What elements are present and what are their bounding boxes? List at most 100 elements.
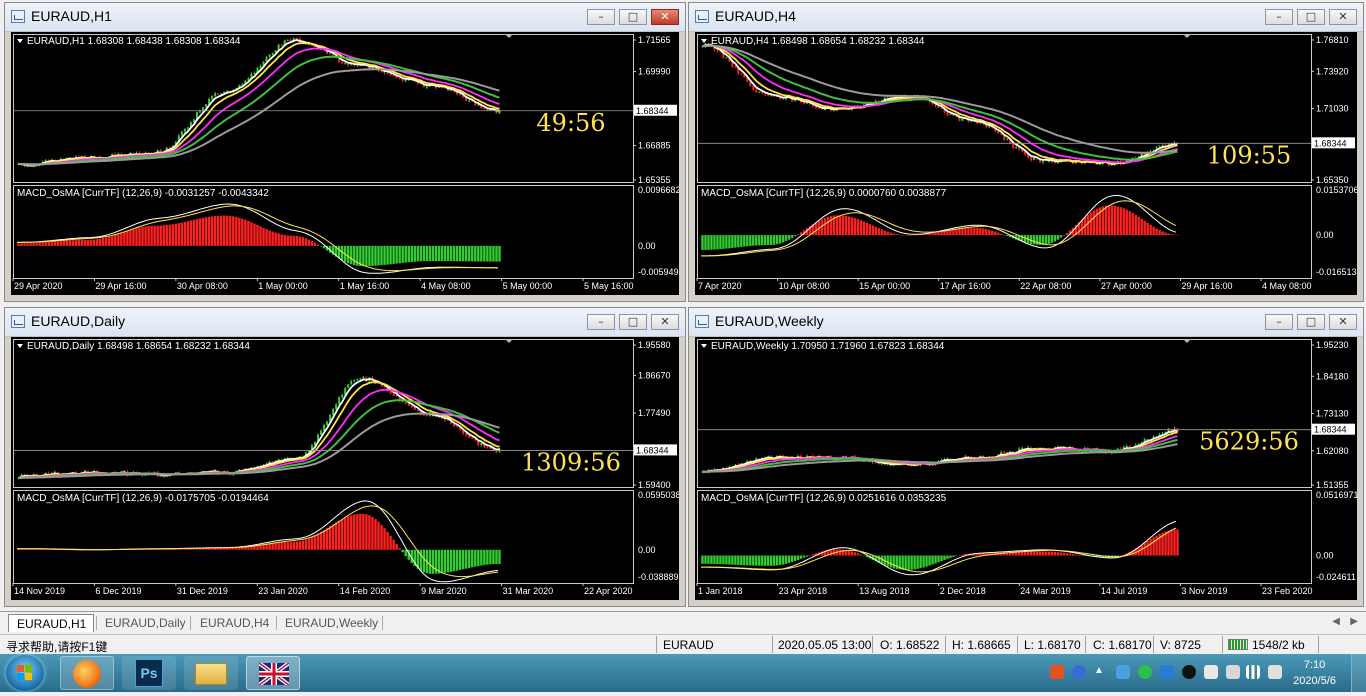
wechat-icon[interactable] [1138, 665, 1152, 679]
chart-area[interactable]: EURAUD,Daily 1.68498 1.68654 1.68232 1.6… [11, 337, 679, 600]
macd-axis-label: -0.024611 [1316, 572, 1356, 582]
macd-histogram-bar [829, 216, 833, 236]
macd-histogram-bar [495, 245, 498, 262]
help-icon[interactable] [1072, 665, 1086, 679]
signal-icon[interactable] [1246, 665, 1260, 679]
sogou-input-icon[interactable] [1050, 665, 1064, 679]
minimize-button[interactable]: – [587, 314, 615, 330]
macd-histogram-bar [183, 221, 187, 246]
status-separator [1017, 636, 1018, 653]
candle-body [320, 430, 323, 435]
macd-histogram-bar [440, 549, 444, 574]
status-separator [1222, 636, 1223, 653]
taskbar-app-file-explorer[interactable] [184, 656, 238, 690]
macd-histogram-bar [238, 217, 241, 246]
macd-histogram-bar [1035, 551, 1039, 556]
window-titlebar[interactable]: EURAUD,Daily – □ ✕ [5, 308, 685, 337]
date-axis-label: 9 Mar 2020 [421, 586, 467, 596]
macd-histogram-bar [781, 555, 785, 565]
macd-histogram-bar [328, 526, 332, 550]
security-shield-icon[interactable] [1160, 665, 1174, 679]
candle-body [425, 86, 428, 88]
close-button[interactable]: ✕ [651, 9, 679, 25]
chart-window-h4[interactable]: EURAUD,H4 – □ ✕ EURAUD,H4 1.68498 1.6865… [688, 2, 1364, 302]
macd-histogram-bar [752, 235, 755, 246]
taskbar-app-firefox[interactable] [60, 656, 114, 690]
minimize-button[interactable]: – [1265, 9, 1293, 25]
speaker-icon[interactable] [1204, 665, 1218, 679]
window-titlebar[interactable]: EURAUD,H1 – □ ✕ [5, 3, 685, 32]
candle-body [404, 79, 407, 81]
tab-euraud-h1[interactable]: EURAUD,H1 [8, 614, 94, 632]
minimize-button[interactable]: – [587, 9, 615, 25]
macd-histogram-bar [492, 245, 495, 262]
taskbar-clock[interactable]: 7:10 2020/5/6 [1293, 657, 1336, 689]
candle-body [347, 384, 350, 389]
maximize-button[interactable]: □ [619, 9, 647, 25]
macd-histogram-bar [26, 243, 29, 246]
macd-histogram-bar [350, 245, 353, 265]
qq-icon[interactable] [1182, 665, 1196, 679]
tab-scroll-left-icon[interactable]: ◀ [1332, 616, 1340, 627]
macd-histogram-bar [483, 549, 486, 566]
maximize-button[interactable]: □ [619, 314, 647, 330]
chart-window-daily[interactable]: EURAUD,Daily – □ ✕ EURAUD,Daily 1.68498 … [4, 307, 686, 607]
show-desktop-button[interactable] [1351, 654, 1366, 692]
window-titlebar[interactable]: EURAUD,H4 – □ ✕ [689, 3, 1363, 32]
window-title: EURAUD,Daily [31, 313, 126, 329]
macd-histogram-bar [722, 555, 725, 565]
macd-histogram-bar [156, 225, 159, 246]
chart-window-weekly[interactable]: EURAUD,Weekly – □ ✕ EURAUD,Weekly 1.7095… [688, 307, 1364, 607]
macd-histogram-bar [138, 227, 141, 246]
macd-histogram-bar [838, 215, 842, 236]
macd-histogram-bar [114, 234, 117, 246]
ema-yellow-line [702, 44, 1178, 165]
macd-histogram-bar [304, 238, 308, 246]
tray-expand-icon[interactable]: ▲ [1094, 665, 1108, 679]
macd-histogram-bar [368, 515, 371, 550]
tab-euraud-daily[interactable]: EURAUD,Daily [97, 614, 189, 632]
macd-histogram-bar [1128, 211, 1131, 236]
keyboard-icon[interactable] [1226, 665, 1240, 679]
tab-euraud-h4[interactable]: EURAUD,H4 [192, 614, 272, 632]
macd-histogram-bar [440, 245, 444, 262]
macd-histogram-bar [126, 230, 129, 246]
macd-histogram-bar [129, 229, 132, 246]
macd-histogram-bar [455, 245, 459, 262]
macd-histogram-bar [811, 554, 815, 556]
tab-euraud-weekly[interactable]: EURAUD,Weekly [277, 614, 381, 632]
network-app-icon[interactable] [1116, 665, 1130, 679]
maximize-button[interactable]: □ [1297, 9, 1325, 25]
start-button[interactable] [6, 655, 44, 691]
price-axis-label: 1.77490 [638, 408, 671, 418]
macd-histogram-bar [958, 555, 961, 556]
chart-area[interactable]: EURAUD,Weekly 1.70950 1.71960 1.67823 1.… [695, 337, 1357, 600]
macd-histogram-bar [292, 541, 295, 550]
maximize-button[interactable]: □ [1297, 314, 1325, 330]
ema-white-line [18, 378, 500, 479]
chart-window-h1[interactable]: EURAUD,H1 – □ ✕ EURAUD,H1 1.68308 1.6843… [4, 2, 686, 302]
candle-body [286, 39, 289, 41]
close-button[interactable]: ✕ [651, 314, 679, 330]
volume-icon[interactable] [1268, 665, 1282, 679]
macd-histogram-bar [413, 245, 416, 262]
close-button[interactable]: ✕ [1329, 9, 1357, 25]
date-axis-label: 29 Apr 2020 [14, 281, 63, 291]
macd-histogram-bar [392, 245, 395, 264]
close-button[interactable]: ✕ [1329, 314, 1357, 330]
taskbar-app-photoshop[interactable]: Ps [122, 656, 176, 690]
candle-body [205, 104, 208, 108]
chart-area[interactable]: EURAUD,H4 1.68498 1.68654 1.68232 1.6834… [695, 32, 1357, 295]
chart-area[interactable]: EURAUD,H1 1.68308 1.68438 1.68308 1.6834… [11, 32, 679, 295]
macd-histogram-bar [353, 245, 356, 266]
macd-histogram-bar [398, 548, 401, 550]
macd-histogram-bar [1176, 234, 1179, 236]
price-axis-label: 1.71030 [1316, 104, 1349, 114]
macd-histogram-bar [229, 215, 232, 246]
taskbar-app-metatrader[interactable] [246, 656, 300, 690]
macd-histogram-bar [201, 217, 205, 246]
macd-histogram-bar [895, 234, 898, 236]
tab-scroll-right-icon[interactable]: ▶ [1350, 616, 1358, 627]
window-titlebar[interactable]: EURAUD,Weekly – □ ✕ [689, 308, 1363, 337]
minimize-button[interactable]: – [1265, 314, 1293, 330]
